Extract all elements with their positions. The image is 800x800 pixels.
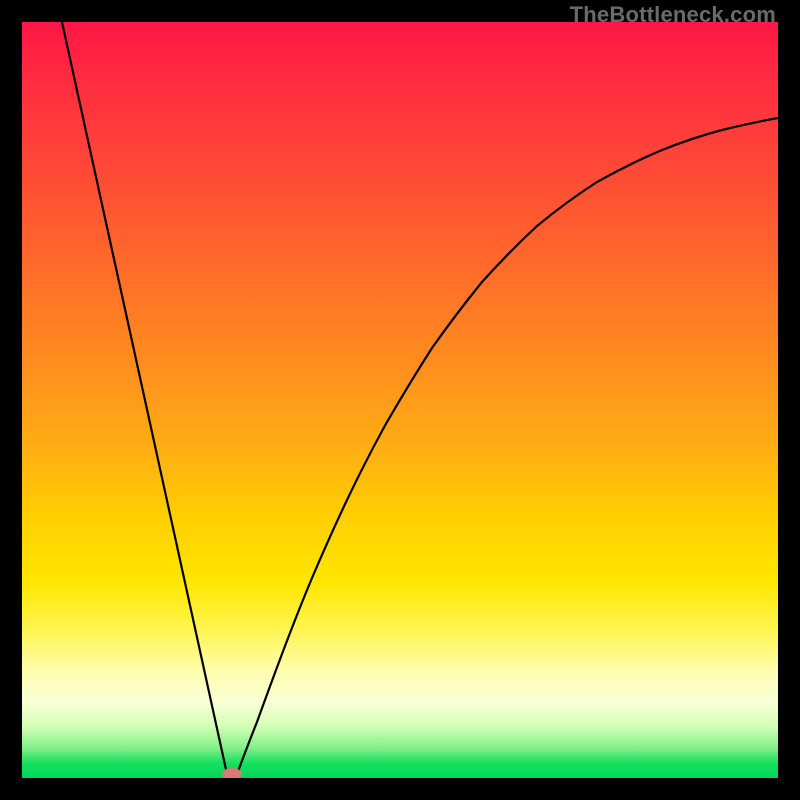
curve-right-branch (237, 118, 778, 774)
curve-left-branch (62, 22, 227, 774)
plot-area (22, 22, 778, 778)
curve-layer (22, 22, 778, 778)
chart-frame: TheBottleneck.com (0, 0, 800, 800)
